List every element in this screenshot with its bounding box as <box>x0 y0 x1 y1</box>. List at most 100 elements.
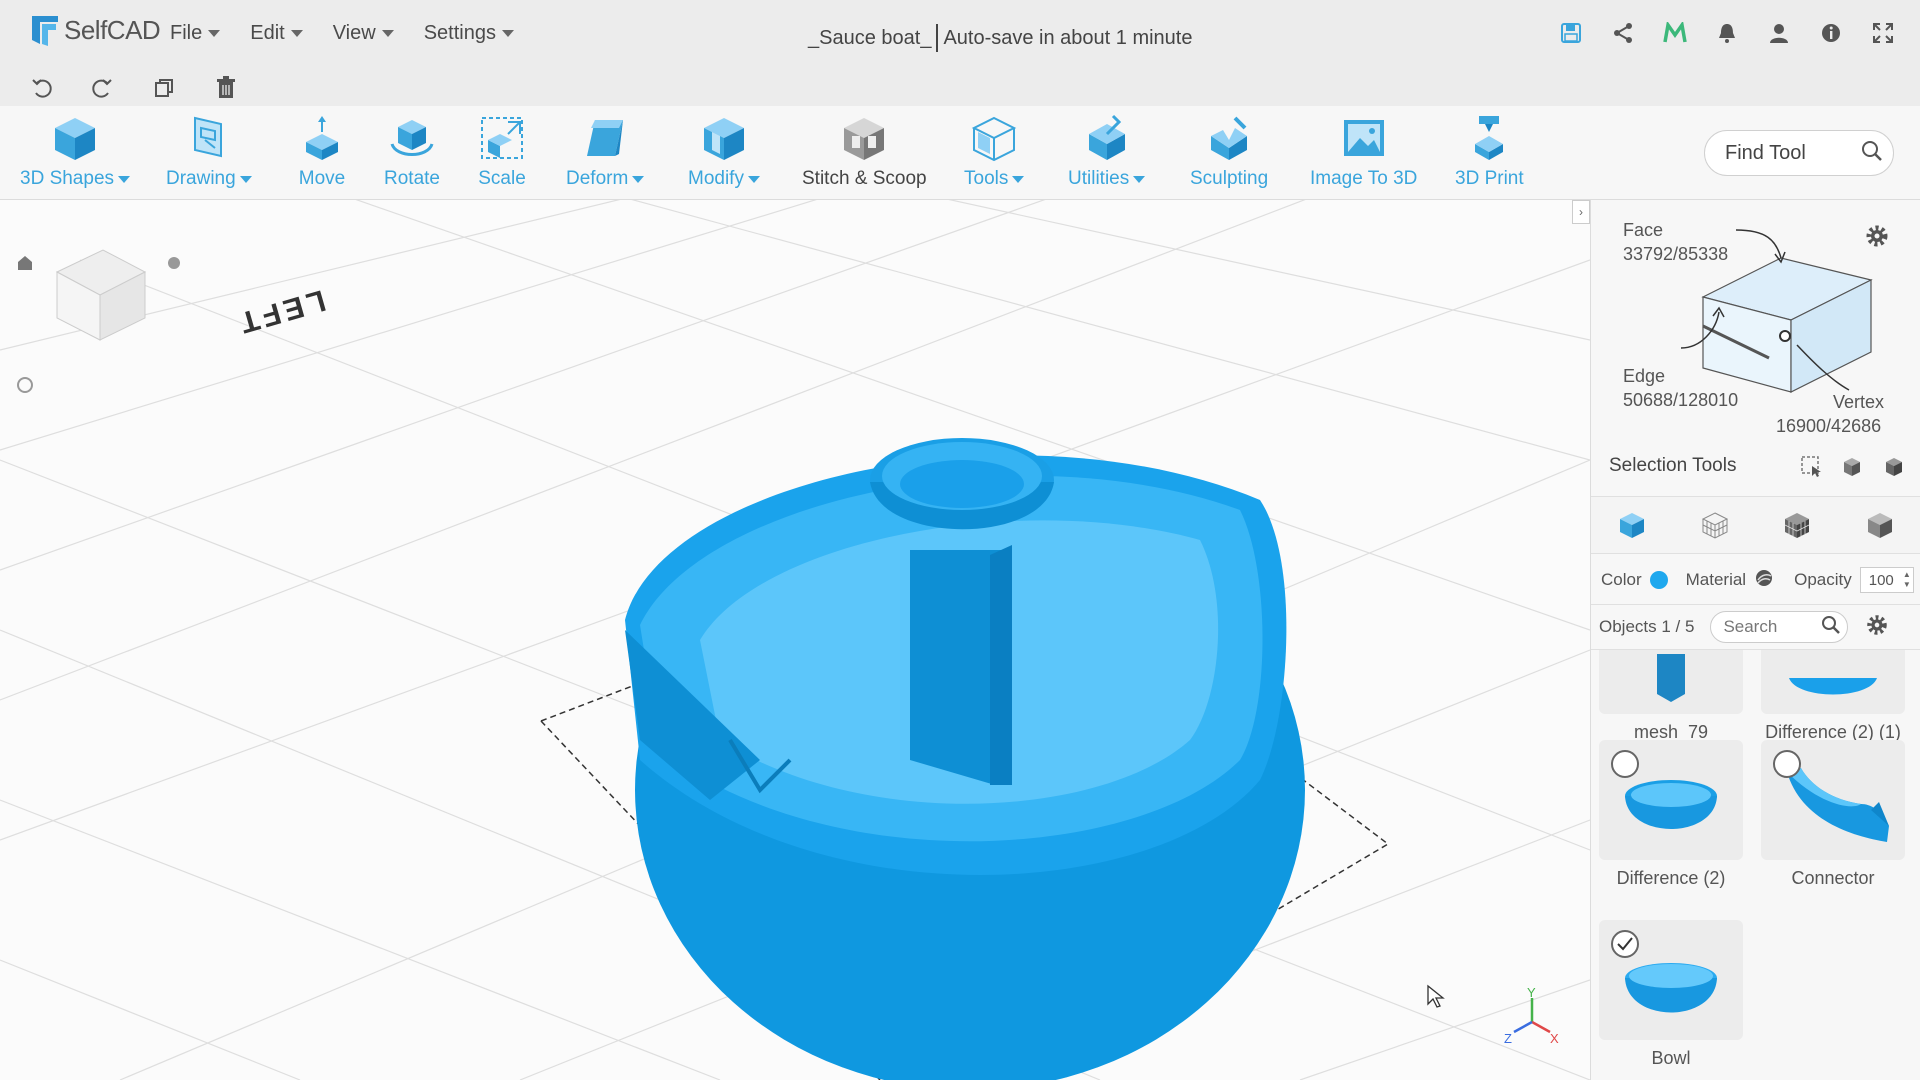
solid-view-icon[interactable] <box>1615 508 1649 542</box>
tool-label-text: Sculpting <box>1190 168 1269 189</box>
edge-count-value: 50688/128010 <box>1623 390 1739 410</box>
settings-gear-icon[interactable] <box>1863 222 1891 255</box>
tool-utilities[interactable]: Utilities <box>1068 110 1146 190</box>
m-logo-icon[interactable] <box>1662 20 1688 46</box>
object-name: Connector <box>1791 868 1875 888</box>
top-bar: SelfCAD File Edit View Settings _Sauce b… <box>0 0 1920 70</box>
user-icon[interactable] <box>1766 20 1792 46</box>
copy-icon[interactable] <box>150 74 178 102</box>
objects-search-input[interactable] <box>1723 617 1814 637</box>
tool-tools[interactable]: Tools <box>964 110 1025 190</box>
save-icon[interactable] <box>1558 20 1584 46</box>
chevron-down-icon <box>381 30 394 37</box>
svg-text:X: X <box>1550 1031 1559 1046</box>
objects-header: Objects 1 / 5 <box>1591 604 1920 650</box>
info-icon[interactable] <box>1818 20 1844 46</box>
find-tool-search[interactable] <box>1704 130 1894 176</box>
mouse-cursor <box>1427 984 1445 1008</box>
utilities-icon <box>1079 110 1135 166</box>
opacity-stepper-icon[interactable]: ▲ ▼ <box>1903 570 1911 590</box>
autosave-status: Auto-save in about 1 minute <box>943 26 1193 49</box>
object-card-difference-2-1[interactable]: Difference (2) (1) <box>1761 650 1905 743</box>
search-icon[interactable] <box>1821 615 1841 640</box>
tool-modify[interactable]: Modify <box>688 110 760 190</box>
selection-tools-row: Selection Tools <box>1609 452 1909 480</box>
tool-ribbon: 3D Shapes Drawing Move Rotate Scale Defo… <box>0 106 1920 200</box>
app-logo[interactable]: SelfCAD <box>28 12 161 48</box>
3d-viewport[interactable]: LEFT Y X Z <box>0 200 1590 1080</box>
main-menu: File Edit View Settings <box>170 22 514 45</box>
tool-deform-label: Deform <box>566 168 645 190</box>
select-checkbox[interactable] <box>1773 750 1801 778</box>
tool-stitch-scoop[interactable]: Stitch & Scoop <box>802 110 927 190</box>
object-card-difference-2[interactable]: Difference (2) <box>1599 740 1743 889</box>
chevron-down-icon <box>290 30 303 37</box>
menu-view[interactable]: View <box>333 22 394 45</box>
object-name: Difference (2) <box>1616 868 1726 888</box>
xray-view-icon[interactable] <box>1863 508 1897 542</box>
sculpting-icon <box>1201 110 1257 166</box>
tool-rotate[interactable]: Rotate <box>384 110 440 190</box>
move-icon <box>294 110 350 166</box>
fullscreen-icon[interactable] <box>1870 20 1896 46</box>
find-tool-input[interactable] <box>1725 141 1845 165</box>
tool-scale[interactable]: Scale <box>474 110 530 190</box>
navigation-cube[interactable] <box>55 249 147 341</box>
bell-icon[interactable] <box>1714 20 1740 46</box>
right-panel: Face 33792/85338 Edge 50688/128010 Verte… <box>1590 200 1920 1080</box>
selection-diagram: Face 33792/85338 Edge 50688/128010 Verte… <box>1591 200 1920 440</box>
modify-icon <box>696 110 752 166</box>
menu-file[interactable]: File <box>170 22 221 45</box>
select-checkbox[interactable] <box>1611 750 1639 778</box>
scene-canvas[interactable]: LEFT Y X Z <box>0 200 1590 1080</box>
menu-file-label: File <box>170 22 203 44</box>
tool-drawing[interactable]: Drawing <box>166 110 252 190</box>
solid-wireframe-view-icon[interactable] <box>1780 508 1814 542</box>
document-title-bar: _Sauce boat_ Auto-save in about 1 minute <box>808 24 1192 52</box>
trash-icon[interactable] <box>212 74 240 102</box>
object-thumbnail <box>1599 650 1743 714</box>
tool-3d-shapes-label: 3D Shapes <box>20 168 131 190</box>
face-count-label: Face <box>1623 220 1664 240</box>
select-checkbox-checked[interactable] <box>1611 930 1639 958</box>
objects-search[interactable] <box>1710 611 1849 643</box>
share-icon[interactable] <box>1610 20 1636 46</box>
tool-3d-print-label: 3D Print <box>1455 168 1524 190</box>
search-icon[interactable] <box>1861 140 1883 167</box>
scale-icon <box>474 110 530 166</box>
opacity-label: Opacity <box>1794 570 1852 589</box>
chevron-down-icon <box>118 175 131 183</box>
tool-image-to-3d[interactable]: Image To 3D <box>1310 110 1417 190</box>
panel-collapse-toggle[interactable]: › <box>1572 200 1590 224</box>
opacity-input[interactable]: 100 ▲ ▼ <box>1859 567 1914 593</box>
object-card-mesh-79[interactable]: mesh_79 <box>1599 650 1743 743</box>
tool-label-text: Move <box>298 168 346 189</box>
menu-settings[interactable]: Settings <box>424 22 514 45</box>
view-orientation-label: LEFT <box>233 283 330 340</box>
objects-settings-gear-icon[interactable] <box>1864 612 1890 643</box>
tool-deform[interactable]: Deform <box>566 110 645 190</box>
undo-icon[interactable] <box>28 74 56 102</box>
object-card-bowl[interactable]: Bowl <box>1599 920 1743 1069</box>
focus-icon[interactable] <box>17 377 33 393</box>
face-count-value: 33792/85338 <box>1623 244 1729 264</box>
wireframe-view-icon[interactable] <box>1698 508 1732 542</box>
select-connected-icon[interactable] <box>1839 452 1867 480</box>
tool-image-to-3d-label: Image To 3D <box>1310 168 1417 190</box>
tool-sculpting[interactable]: Sculpting <box>1190 110 1268 190</box>
home-icon[interactable] <box>18 256 32 270</box>
menu-edit[interactable]: Edit <box>250 22 303 45</box>
redo-icon[interactable] <box>88 74 116 102</box>
color-swatch[interactable] <box>1649 571 1668 589</box>
document-title[interactable]: _Sauce boat_ <box>808 27 931 50</box>
light-icon[interactable] <box>168 257 180 269</box>
tool-rotate-label: Rotate <box>384 168 440 190</box>
vertex-count-label: Vertex <box>1833 392 1885 412</box>
tool-move[interactable]: Move <box>294 110 350 190</box>
material-icon[interactable] <box>1754 568 1774 593</box>
select-pointer-icon[interactable] <box>1797 452 1825 480</box>
select-all-icon[interactable] <box>1881 452 1909 480</box>
tool-3d-print[interactable]: 3D Print <box>1455 110 1524 190</box>
tool-3d-shapes[interactable]: 3D Shapes <box>20 110 131 190</box>
object-card-connector[interactable]: Connector <box>1761 740 1905 889</box>
